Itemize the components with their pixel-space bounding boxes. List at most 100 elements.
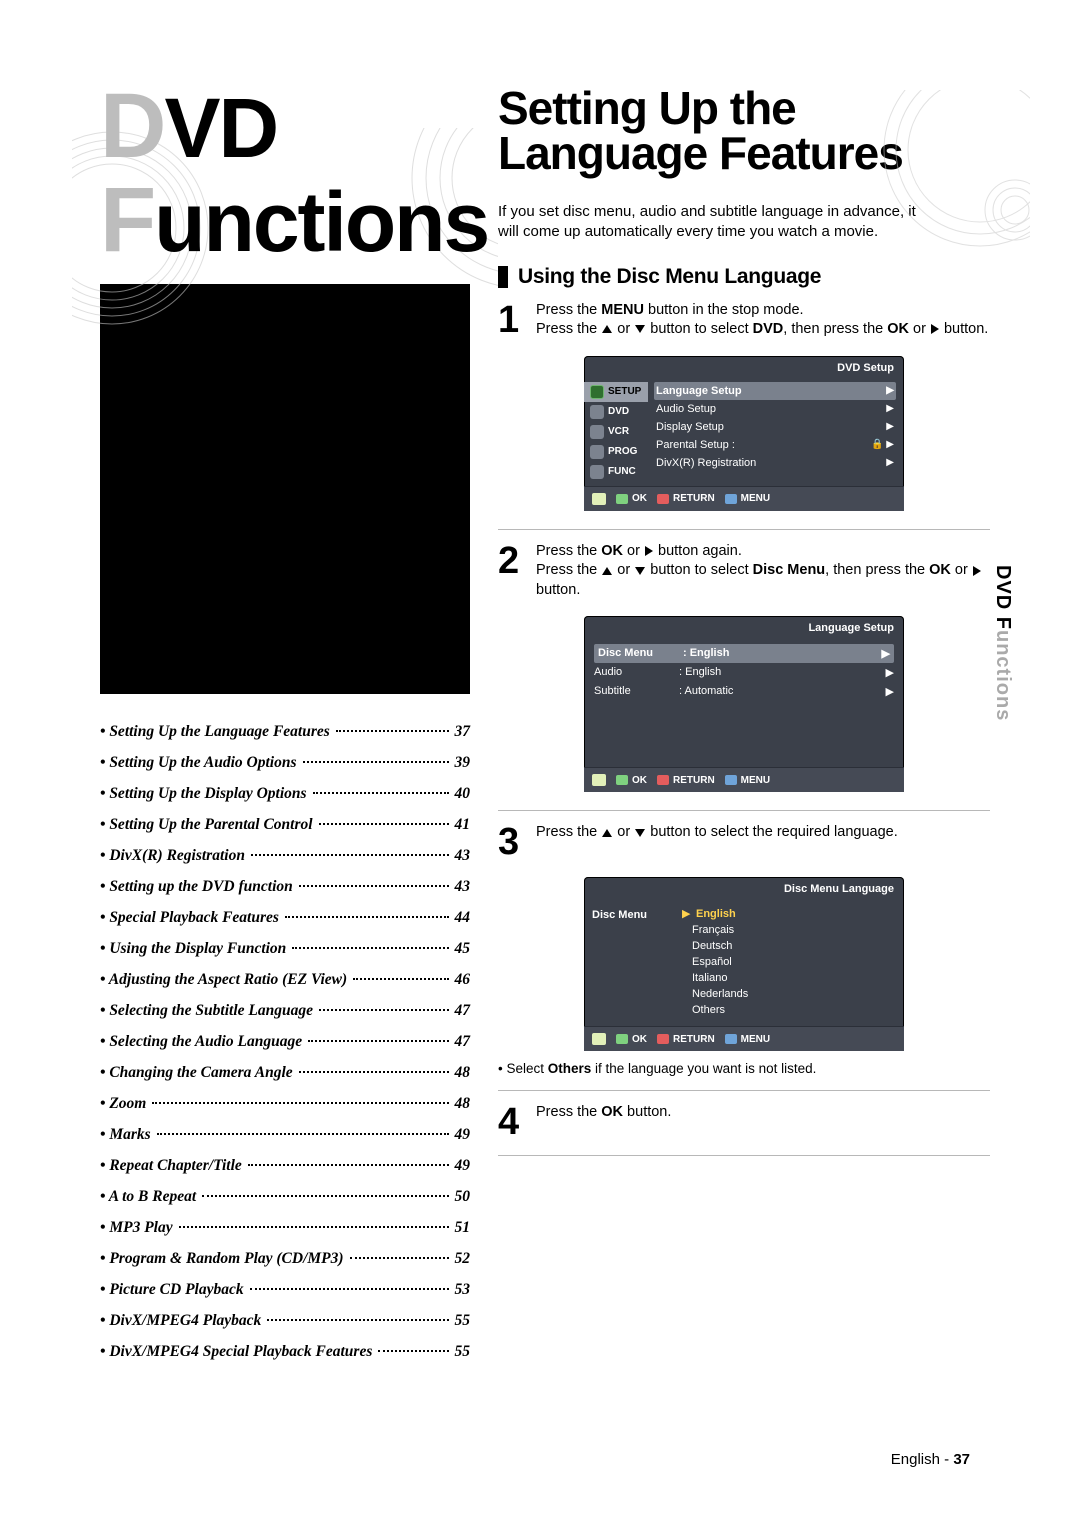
option-label: Deutsch: [692, 940, 732, 952]
manual-page: DVD Functions Setting Up the Language Fe…: [0, 0, 1080, 1526]
blue-button-icon: [725, 775, 737, 785]
osd-menu-list: Language Setup▶Audio Setup▶Display Setup…: [648, 378, 904, 486]
down-icon: [635, 829, 645, 837]
osd-side-tab: PROG: [584, 442, 648, 462]
toc-page: 50: [455, 1181, 471, 1212]
osd-setting-row: Audio: English▶: [594, 663, 894, 682]
toc-label: Selecting the Audio Language: [100, 1026, 302, 1057]
toc-dots: [299, 1071, 449, 1073]
green-button-icon: [616, 775, 628, 785]
menu-item-label: DivX(R) Registration: [656, 457, 756, 469]
page-footer: English - 37: [891, 1451, 970, 1468]
toc-row: Program & Random Play (CD/MP3)52: [100, 1243, 470, 1274]
osd-side-tabs: SETUPDVDVCRPROGFUNC: [584, 378, 648, 486]
up-icon: [602, 567, 612, 575]
tab-label: FUNC: [608, 466, 636, 477]
osd-bottom-bar: OK RETURN MENU: [584, 767, 904, 792]
toc-label: Setting Up the Audio Options: [100, 747, 297, 778]
toc-label: Picture CD Playback: [100, 1274, 244, 1305]
step-text: Press the MENU button in the stop mode. …: [536, 301, 990, 340]
osd-language-option: Others: [682, 1002, 896, 1018]
toc-label: Setting Up the Display Options: [100, 778, 307, 809]
toc-dots: [299, 885, 449, 887]
tab-icon: [590, 445, 604, 459]
step-text: Press the OK or button again. Press the …: [536, 542, 990, 601]
step-text: Press the OK button.: [536, 1103, 990, 1141]
toc-dots: [267, 1319, 448, 1321]
red-button-icon: [657, 1034, 669, 1044]
tab-icon: [590, 425, 604, 439]
step-block: 3 Press the or button to select the requ…: [498, 823, 990, 1091]
osd-language-option: Español: [682, 954, 896, 970]
toc-row: Zoom48: [100, 1088, 470, 1119]
toc-dots: [292, 947, 448, 949]
osd-title: Language Setup: [584, 616, 904, 638]
osd-language-setup-screenshot: Language Setup Disc Menu: English▶Audio:…: [584, 616, 904, 792]
toc-dots: [251, 854, 449, 856]
setting-label: Audio: [594, 666, 679, 679]
toc-label: Special Playback Features: [100, 902, 279, 933]
toc-row: Setting up the DVD function43: [100, 871, 470, 902]
toc-dots: [350, 1257, 449, 1259]
toc-row: DivX/MPEG4 Playback55: [100, 1305, 470, 1336]
play-icon: ▶: [682, 907, 692, 920]
toc-page: 55: [455, 1305, 471, 1336]
osd-menu-item: Audio Setup▶: [654, 400, 896, 418]
tab-icon: [590, 385, 604, 399]
title-initial: F: [100, 169, 154, 271]
tab-label: PROG: [608, 446, 637, 457]
tab-label: SETUP: [608, 386, 641, 397]
toc-row: MP3 Play51: [100, 1212, 470, 1243]
setting-value: : English: [683, 647, 874, 660]
toc-label: Adjusting the Aspect Ratio (EZ View): [100, 964, 347, 995]
play-icon: [931, 324, 939, 334]
toc-dots: [303, 761, 449, 763]
toc-row: DivX(R) Registration43: [100, 840, 470, 871]
osd-language-option: Deutsch: [682, 938, 896, 954]
osd-menu-item: Display Setup▶: [654, 418, 896, 436]
toc-dots: [285, 916, 449, 918]
osd-language-option: Italiano: [682, 970, 896, 986]
toc-row: Marks49: [100, 1119, 470, 1150]
toc-page: 43: [455, 840, 471, 871]
tab-icon: [590, 405, 604, 419]
step-number: 3: [498, 823, 526, 861]
step-number: 2: [498, 542, 526, 601]
toc-page: 40: [455, 778, 471, 809]
toc-dots: [378, 1350, 448, 1352]
note-text: Select Others if the language you want i…: [498, 1061, 990, 1076]
toc-page: 41: [455, 809, 471, 840]
toc-row: Selecting the Audio Language47: [100, 1026, 470, 1057]
osd-side-tab: DVD: [584, 402, 648, 422]
osd-side-tab: FUNC: [584, 462, 648, 482]
left-column: DVD Functions Setting Up the Language Fe…: [100, 80, 470, 1466]
toc-row: Picture CD Playback53: [100, 1274, 470, 1305]
toc-row: Adjusting the Aspect Ratio (EZ View)46: [100, 964, 470, 995]
toc-page: 52: [455, 1243, 471, 1274]
page-title-line: Setting Up the: [498, 86, 990, 131]
osd-side-tab: SETUP: [584, 382, 648, 402]
toc-page: 43: [455, 871, 471, 902]
title-rest: VD: [164, 81, 277, 175]
red-button-icon: [657, 775, 669, 785]
toc-dots: [319, 823, 449, 825]
down-icon: [635, 567, 645, 575]
toc-page: 48: [455, 1057, 471, 1088]
toc-row: Setting Up the Display Options 40: [100, 778, 470, 809]
up-icon: [602, 325, 612, 333]
osd-setup-screenshot: DVD Setup SETUPDVDVCRPROGFUNC Language S…: [584, 356, 904, 511]
blue-button-icon: [725, 494, 737, 504]
toc-row: Using the Display Function45: [100, 933, 470, 964]
toc-dots: [179, 1226, 449, 1228]
osd-language-option: Français: [682, 922, 896, 938]
arrow-right-icon: ▶: [886, 403, 894, 414]
toc-page: 47: [455, 995, 471, 1026]
arrow-right-icon: ▶: [886, 457, 894, 468]
osd-title: DVD Setup: [584, 356, 904, 378]
toc-row: Selecting the Subtitle Language47: [100, 995, 470, 1026]
arrow-right-icon: ▶: [878, 666, 894, 679]
osd-menu-item: Parental Setup :🔒 ▶: [654, 436, 896, 454]
osd-bottom-bar: OK RETURN MENU: [584, 1026, 904, 1051]
arrow-right-icon: ▶: [874, 647, 890, 660]
toc-label: Zoom: [100, 1088, 146, 1119]
